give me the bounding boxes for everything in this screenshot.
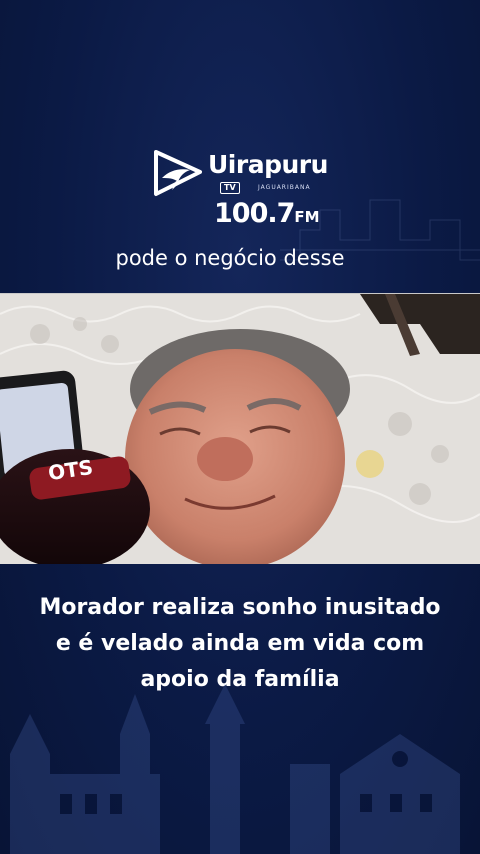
news-photo: OTS xyxy=(0,293,480,564)
brand-block: Uirapuru TV JAGUARIBANA 100.7FM xyxy=(150,146,340,236)
frequency-value: 100.7 xyxy=(214,198,295,229)
brand-frequency: 100.7FM xyxy=(214,198,320,229)
brand-name: Uirapuru xyxy=(208,150,328,179)
photo-illustration xyxy=(0,294,480,564)
uirapuru-bird-logo-icon xyxy=(154,150,202,196)
video-caption: pode o negócio desse xyxy=(115,246,345,270)
brand-tv-badge: TV xyxy=(220,182,240,194)
city-skyline-decoration xyxy=(10,684,460,854)
brand-subtitle: JAGUARIBANA xyxy=(258,184,311,191)
frequency-unit: FM xyxy=(294,208,320,226)
